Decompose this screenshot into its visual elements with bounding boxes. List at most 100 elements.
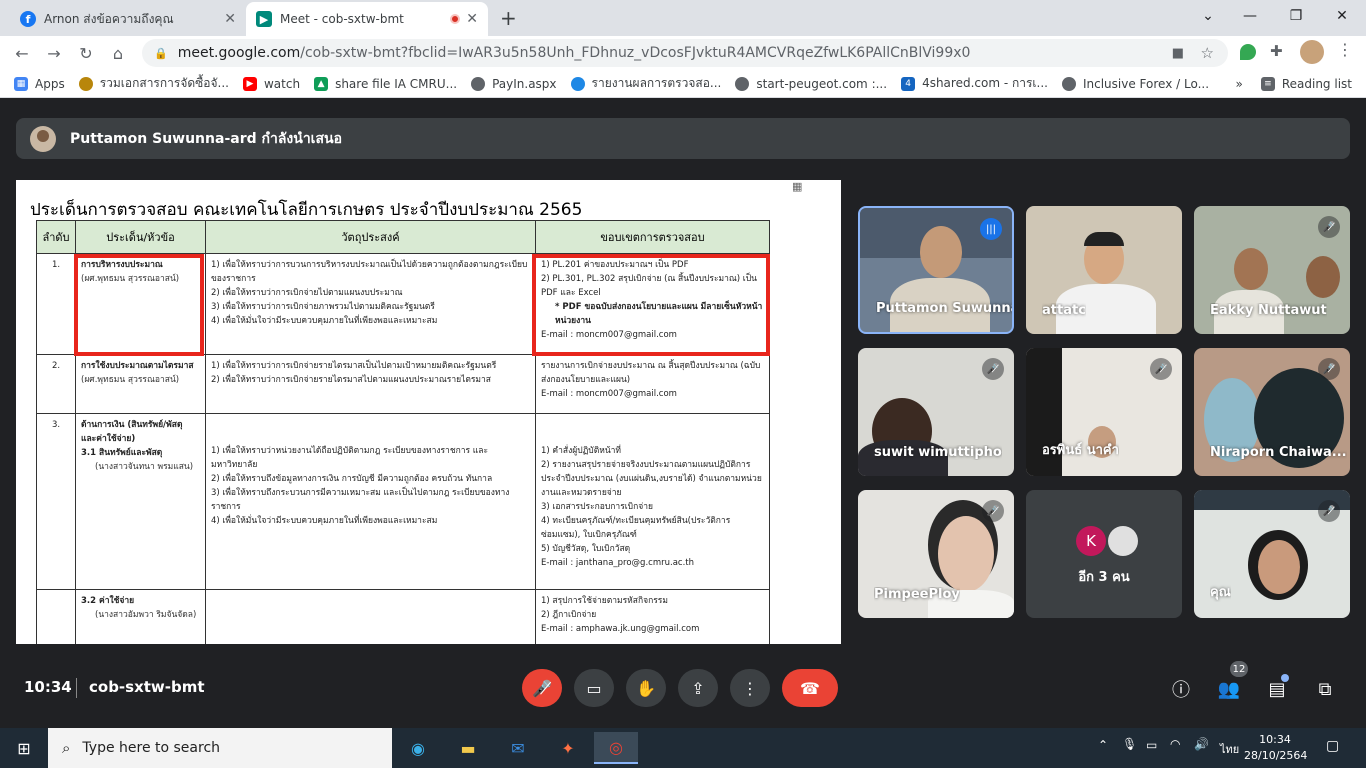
apps-grid-icon: ▦ bbox=[14, 76, 28, 91]
chrome-icon[interactable]: ◎ bbox=[594, 732, 638, 764]
tab-search-icon[interactable]: ⌄ bbox=[1188, 4, 1228, 28]
url-path: /cob-sxtw-bmt?fbclid=IwAR3u5n58Unh_FDhnu… bbox=[300, 45, 971, 61]
column-header: ลำดับ bbox=[36, 220, 76, 254]
participant-tile[interactable]: attatc bbox=[1026, 206, 1182, 334]
participant-tile[interactable]: 🎤̸ suwit wimuttipho bbox=[858, 348, 1014, 476]
document-title: ประเด็นการตรวจสอบ คณะเทคโนโลยีการเกษตร ป… bbox=[30, 200, 583, 220]
minimize-icon[interactable]: — bbox=[1230, 4, 1270, 28]
objective-item: 2) เพื่อให้ทราบว่าการเบิกจ่ายไปตามแผนงบป… bbox=[211, 288, 403, 298]
reload-icon[interactable]: ↻ bbox=[74, 41, 98, 65]
bookmark-item[interactable]: รายงานผลการตรวจสอ... bbox=[570, 74, 722, 93]
bookmark-star-icon[interactable]: ☆ bbox=[1201, 44, 1214, 62]
mic-off-icon: 🎤̸ bbox=[1318, 358, 1340, 380]
close-icon[interactable]: ✕ bbox=[224, 11, 236, 27]
participant-name: PimpeePloy bbox=[874, 587, 960, 602]
people-button[interactable]: 👥 bbox=[1216, 676, 1242, 702]
bookmark-item[interactable]: รวมเอกสารการจัดซื้อจั... bbox=[78, 74, 229, 93]
back-icon[interactable]: ← bbox=[10, 41, 34, 65]
scope-item: 2) ฎีกาเบิกจ่าย bbox=[541, 610, 597, 620]
maximize-icon[interactable]: ❐ bbox=[1276, 4, 1316, 28]
language-indicator[interactable]: ไทย bbox=[1220, 740, 1239, 758]
scope-email: E-mail : moncm007@gmail.com bbox=[541, 389, 677, 399]
profile-avatar[interactable] bbox=[1300, 40, 1324, 64]
audit-table: ลำดับ ประเด็น/หัวข้อ วัตถุประสงค์ ขอบเขต… bbox=[36, 220, 770, 644]
topic-title: การใช้งบประมาณตามไตรมาส bbox=[81, 361, 194, 371]
reading-list-label: Reading list bbox=[1281, 76, 1352, 91]
speaking-indicator-icon: ||| bbox=[980, 218, 1002, 240]
topic-subtitle: 3.1 สินทรัพย์และพัสดุ bbox=[81, 448, 163, 458]
shared-screen: ประเด็นการตรวจสอบ คณะเทคโนโลยีการเกษตร ป… bbox=[16, 180, 841, 644]
wifi-icon[interactable]: ◠ bbox=[1170, 737, 1180, 751]
edge-icon[interactable]: ◉ bbox=[396, 732, 440, 764]
participant-name: Eakky Nuttawut bbox=[1210, 303, 1327, 318]
globe-icon bbox=[1061, 76, 1076, 91]
present-button[interactable]: ⇪ bbox=[678, 669, 718, 707]
clock-time: 10:34 bbox=[1259, 733, 1291, 746]
mic-off-icon: 🎤̸ bbox=[532, 678, 552, 698]
leave-call-button[interactable]: ☎ bbox=[782, 669, 838, 707]
scope-item: 4) ทะเบียนครุภัณฑ์/ทะเบียนคุมทรัพย์สิน(ป… bbox=[541, 516, 731, 540]
tab-meet[interactable]: ▶ Meet - cob-sxtw-bmt ✕ bbox=[246, 2, 488, 36]
extension-leaf-icon[interactable] bbox=[1240, 44, 1256, 60]
bookmark-label: รายงานผลการตรวจสอ... bbox=[591, 76, 722, 90]
participant-tile[interactable]: 🎤̸ Eakky Nuttawut bbox=[1194, 206, 1350, 334]
microphone-tray-icon[interactable]: 🎙 bbox=[1122, 737, 1137, 751]
volume-icon[interactable]: 🔊 bbox=[1194, 737, 1209, 751]
mail-icon[interactable]: ✉ bbox=[496, 732, 540, 764]
new-tab-icon[interactable]: + bbox=[500, 6, 517, 30]
video-camera-icon: ▭ bbox=[586, 678, 602, 698]
bookmark-item[interactable]: ▶ watch bbox=[242, 76, 300, 91]
clock-date: 28/10/2564 bbox=[1244, 749, 1308, 762]
participant-tile[interactable]: 🎤̸ PimpeePloy bbox=[858, 490, 1014, 618]
more-options-button[interactable]: ⋮ bbox=[730, 669, 770, 707]
address-bar[interactable]: 🔒 meet.google.com/cob-sxtw-bmt?fbclid=Iw… bbox=[142, 39, 1228, 67]
objective-cell: 1) เพื่อให้ทราบว่าการบวนการบริหารงบประมา… bbox=[205, 253, 536, 355]
file-explorer-icon[interactable]: ▬ bbox=[446, 732, 490, 764]
bookmark-item[interactable]: Inclusive Forex / Lo... bbox=[1061, 76, 1209, 91]
participant-tile[interactable]: ||| Puttamon Suwunna bbox=[858, 206, 1014, 334]
battery-icon[interactable]: ▭ bbox=[1146, 738, 1157, 752]
tray-overflow-icon[interactable]: ⌃ bbox=[1098, 738, 1108, 752]
raise-hand-button[interactable]: ✋ bbox=[626, 669, 666, 707]
home-icon[interactable]: ⌂ bbox=[106, 41, 130, 65]
activities-icon: ⧉ bbox=[1318, 678, 1332, 700]
participant-tile[interactable]: 🎤̸ Niraporn Chaiwa... bbox=[1194, 348, 1350, 476]
meeting-details-button[interactable]: ⓘ bbox=[1168, 676, 1194, 702]
activities-button[interactable]: ⧉ bbox=[1312, 676, 1338, 702]
bookmark-item[interactable]: 4 4shared.com - การเ... bbox=[901, 74, 1048, 93]
tab-facebook[interactable]: f Arnon ส่งข้อความถึงคุณ ✕ bbox=[10, 2, 246, 36]
grid-icon: ▦ bbox=[792, 180, 803, 193]
close-icon[interactable]: ✕ bbox=[466, 11, 478, 27]
camera-icon[interactable]: ■ bbox=[1172, 46, 1184, 61]
app-icon[interactable]: ✦ bbox=[546, 732, 590, 764]
scope-cell: รายงานการเบิกจ่ายงบประมาณ ณ สิ้นสุดปีงบป… bbox=[535, 354, 770, 414]
scope-item: 1) สรุปการใช้จ่ายตามรหัสกิจกรรม bbox=[541, 596, 668, 606]
notifications-icon[interactable]: ▢ bbox=[1326, 738, 1339, 754]
more-participants-tile[interactable]: K อีก 3 คน bbox=[1026, 490, 1182, 618]
participant-tile[interactable]: 🎤̸ อรพินธ์ นาคำ bbox=[1026, 348, 1182, 476]
scope-email: E-mail : janthana_pro@g.cmru.ac.th bbox=[541, 558, 694, 568]
bookmark-item[interactable]: ▲ share file IA CMRU... bbox=[314, 76, 457, 91]
bookmark-item[interactable]: start-peugeot.com :... bbox=[735, 76, 887, 91]
participant-face bbox=[1258, 540, 1300, 594]
close-window-icon[interactable]: ✕ bbox=[1322, 4, 1362, 28]
windows-start-icon[interactable]: ⊞ bbox=[2, 732, 46, 764]
bookmark-item[interactable]: PayIn.aspx bbox=[471, 76, 557, 91]
objective-item: 2) เพื่อให้ทราบว่าการเบิกจ่ายรายไตรมาสไป… bbox=[211, 375, 491, 385]
taskbar-search[interactable]: ⌕ Type here to search bbox=[48, 728, 392, 768]
mic-toggle-button[interactable]: 🎤̸ bbox=[522, 669, 562, 707]
bookmark-apps[interactable]: ▦ Apps bbox=[14, 76, 65, 91]
browser-menu-icon[interactable]: ⋮ bbox=[1337, 40, 1353, 59]
meeting-code: cob-sxtw-bmt bbox=[89, 678, 205, 696]
forward-icon[interactable]: → bbox=[42, 41, 66, 65]
column-header: วัตถุประสงค์ bbox=[205, 220, 536, 254]
topic-cell: ด้านการเงิน (สินทรัพย์/พัสดุ และค่าใช้จ่… bbox=[75, 413, 206, 590]
taskbar-clock[interactable]: 10:34 28/10/2564 bbox=[1244, 732, 1308, 764]
objective-cell: 1) เพื่อให้ทราบว่าหน่วยงานได้ถือปฏิบัติต… bbox=[205, 413, 536, 590]
bookmarks-overflow[interactable]: » bbox=[1236, 77, 1243, 91]
objective-item: 3) เพื่อให้ทราบถึงกระบวนการมีความเหมาะสม… bbox=[211, 488, 510, 512]
participant-tile[interactable]: 🎤̸ คุณ bbox=[1194, 490, 1350, 618]
extensions-icon[interactable]: ✚ bbox=[1270, 42, 1283, 60]
camera-toggle-button[interactable]: ▭ bbox=[574, 669, 614, 707]
reading-list-button[interactable]: ≡ Reading list bbox=[1260, 76, 1352, 91]
